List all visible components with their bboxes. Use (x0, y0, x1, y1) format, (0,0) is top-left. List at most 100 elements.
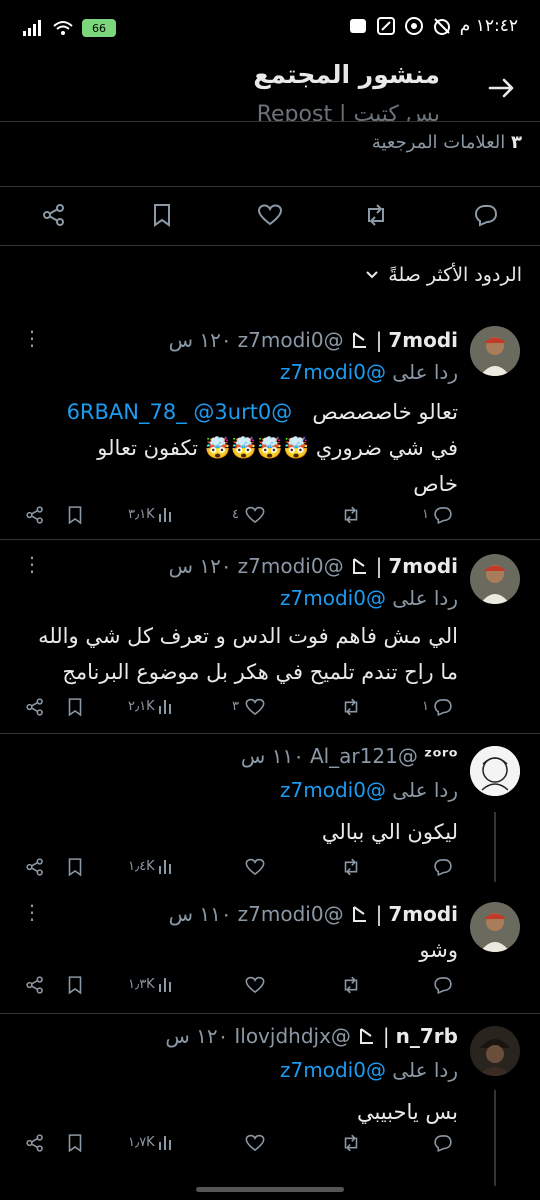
bookmark-icon[interactable] (148, 201, 176, 229)
retweet-icon[interactable] (362, 201, 390, 229)
user-handle[interactable]: @Ilovjdhdjx (234, 1024, 351, 1048)
like-icon[interactable] (244, 1132, 268, 1156)
views-icon[interactable] (156, 696, 180, 720)
translate-icon (376, 16, 396, 36)
bookmark-icon[interactable] (64, 1132, 88, 1156)
replying-mention[interactable]: @z7modi0 (280, 586, 386, 610)
views-icon[interactable] (156, 504, 180, 528)
chevron-down-icon (366, 271, 378, 279)
avatar[interactable] (470, 902, 520, 952)
replying-mention[interactable]: @z7modi0 (280, 778, 386, 802)
timestamp: ١٢٠ س (165, 1024, 229, 1048)
timestamp: ١١٠ س (168, 902, 232, 926)
share-icon[interactable] (24, 856, 48, 880)
views-icon[interactable] (156, 974, 180, 998)
bookmark-icon[interactable] (64, 696, 88, 720)
user-handle[interactable]: @z7modi0 (238, 902, 344, 926)
likes-count: ٤ (232, 507, 239, 522)
reply-text-line: في شي ضروري 🤯🤯🤯🤯 تكفون تعالو (97, 436, 458, 460)
reply-text-line: وشو (419, 938, 458, 962)
bookmarks-number: ٣ (511, 132, 522, 153)
avatar[interactable] (470, 746, 520, 796)
retweet-icon[interactable] (340, 696, 364, 720)
views-icon[interactable] (156, 856, 180, 880)
display-name[interactable]: 7modi (388, 902, 458, 926)
replies-sort-dropdown[interactable]: الردود الأكثر صلةً (364, 264, 522, 286)
display-name[interactable]: 7modi (388, 328, 458, 352)
back-button[interactable] (484, 70, 520, 106)
reply-mentions[interactable]: @6RBAN_78_ @3urt0 (67, 400, 293, 424)
reply-text: وشو (18, 932, 458, 968)
retweet-icon[interactable] (340, 504, 364, 528)
like-icon[interactable] (244, 856, 268, 880)
replying-label: ردا على (392, 360, 458, 384)
like-icon[interactable] (244, 504, 268, 528)
arrow-right-icon (488, 78, 514, 98)
bookmark-icon[interactable] (64, 504, 88, 528)
like-icon[interactable] (244, 974, 268, 998)
verified-badge-icon (352, 558, 366, 574)
user-handle[interactable]: @z7modi0 (238, 554, 344, 578)
retweet-icon[interactable] (340, 856, 364, 880)
reply-item[interactable]: 7modi | @z7modi0 ١٢٠ س ⋮ ردا على @z7modi… (0, 312, 540, 540)
views-count: ١٫٣K (128, 977, 155, 992)
reply-thread: ᶻᵒʳᵒ @Al_ar121 ١١٠ س ردا على @z7modi0 لي… (0, 734, 540, 1014)
replying-label: ردا على (392, 1058, 458, 1082)
verified-badge-icon (352, 906, 366, 922)
display-name[interactable]: 7modi (388, 554, 458, 578)
reply-text-line: خاص (413, 472, 458, 496)
timestamp: ١١٠ س (240, 744, 304, 768)
home-indicator (196, 1187, 344, 1192)
bookmark-icon[interactable] (64, 856, 88, 880)
share-icon[interactable] (24, 696, 48, 720)
bookmark-icon[interactable] (64, 974, 88, 998)
share-icon[interactable] (24, 504, 48, 528)
views-icon[interactable] (156, 1132, 180, 1156)
more-options-icon[interactable]: ⋮ (22, 900, 42, 924)
alarm-off-icon (432, 16, 452, 36)
reply-header: 7modi | @z7modi0 ١٢٠ س (169, 554, 458, 578)
reply-item[interactable]: 7modi | @z7modi0 ١٢٠ س ⋮ ردا على @z7modi… (0, 540, 540, 734)
display-name[interactable]: ᶻᵒʳᵒ (424, 744, 458, 768)
reply-icon[interactable] (432, 1132, 456, 1156)
reply-icon[interactable] (432, 504, 456, 528)
reply-text-line: الي مش فاهم فوت الدس و تعرف كل شي والله (38, 624, 458, 648)
like-icon[interactable] (256, 201, 284, 229)
bookmarks-count[interactable]: ٣ العلامات المرجعية (372, 132, 522, 153)
display-name[interactable]: n_7rb (396, 1024, 458, 1048)
more-options-icon[interactable]: ⋮ (22, 552, 42, 576)
retweet-icon[interactable] (340, 1132, 364, 1156)
status-right: ١٢:٤٢ م (348, 16, 518, 36)
share-icon[interactable] (24, 1132, 48, 1156)
signal-icon (22, 18, 42, 38)
replying-mention[interactable]: @z7modi0 (280, 1058, 386, 1082)
more-options-icon[interactable]: ⋮ (22, 326, 42, 350)
avatar[interactable] (470, 326, 520, 376)
verified-badge-icon (359, 1028, 373, 1044)
share-icon[interactable] (24, 974, 48, 998)
replying-mention[interactable]: @z7modi0 (280, 360, 386, 384)
reply-text: الي مش فاهم فوت الدس و تعرف كل شي والله … (18, 618, 458, 690)
share-icon[interactable] (40, 201, 68, 229)
separator: | (382, 1024, 390, 1048)
retweet-icon[interactable] (340, 974, 364, 998)
replies-count: ١ (422, 699, 429, 714)
user-handle[interactable]: @z7modi0 (238, 328, 344, 352)
separator: | (375, 328, 383, 352)
reply-icon[interactable] (432, 696, 456, 720)
reply-header: 7modi | @z7modi0 ١١٠ س (169, 902, 458, 926)
user-handle[interactable]: @Al_ar121 (310, 744, 418, 768)
reply-icon[interactable] (432, 974, 456, 998)
reply-metrics: ١٫٣K (24, 974, 452, 1002)
avatar[interactable] (470, 1026, 520, 1076)
reply-item[interactable]: n_7rb | @Ilovjdhdjx ١٢٠ س ردا على @z7mod… (0, 1014, 540, 1200)
reply-icon[interactable] (472, 201, 500, 229)
reply-icon[interactable] (432, 856, 456, 880)
replying-to: ردا على @z7modi0 (280, 778, 458, 802)
like-icon[interactable] (244, 696, 268, 720)
sort-label: الردود الأكثر صلةً (388, 264, 522, 286)
avatar[interactable] (470, 554, 520, 604)
views-count: ١٫٤K (128, 859, 155, 874)
replying-to: ردا على @z7modi0 (280, 1058, 458, 1082)
post-action-bar (0, 186, 540, 246)
